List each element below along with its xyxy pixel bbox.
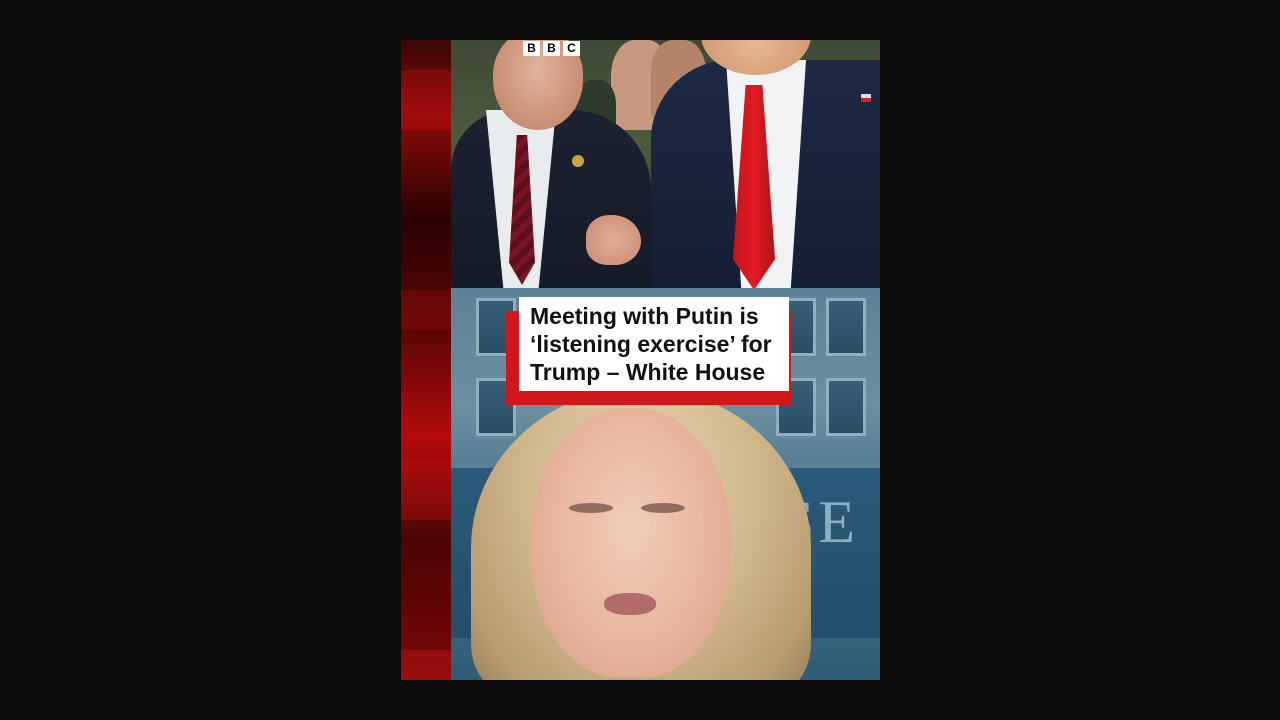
- lapel-pin-icon: [572, 155, 584, 167]
- speaker-eye: [641, 503, 685, 513]
- headline-line-1: Meeting with Putin is: [530, 303, 759, 329]
- bbc-logo-letter: B: [543, 41, 560, 56]
- headline-caption: Meeting with Putin is ‘listening exercis…: [506, 297, 796, 405]
- speaker-mouth: [604, 593, 656, 615]
- speaker-face: [531, 408, 731, 678]
- headline-box: Meeting with Putin is ‘listening exercis…: [519, 297, 789, 391]
- speaker-eye: [569, 503, 613, 513]
- video-frame[interactable]: B B C SE Meeting with Putin is ‘listenin…: [401, 40, 880, 680]
- left-red-graphic-strip: [401, 40, 451, 680]
- headline-line-3: Trump – White House: [530, 359, 766, 385]
- bbc-logo-letter: B: [523, 41, 540, 56]
- pointing-hand: [586, 215, 641, 265]
- flag-pin-icon: [861, 94, 871, 102]
- bbc-logo-letter: C: [563, 41, 580, 56]
- top-photo-panel: B B C: [451, 40, 880, 288]
- video-player-stage: B B C SE Meeting with Putin is ‘listenin…: [0, 0, 1280, 720]
- headline-line-2: ‘listening exercise’ for: [530, 331, 772, 357]
- bbc-logo: B B C: [523, 41, 580, 56]
